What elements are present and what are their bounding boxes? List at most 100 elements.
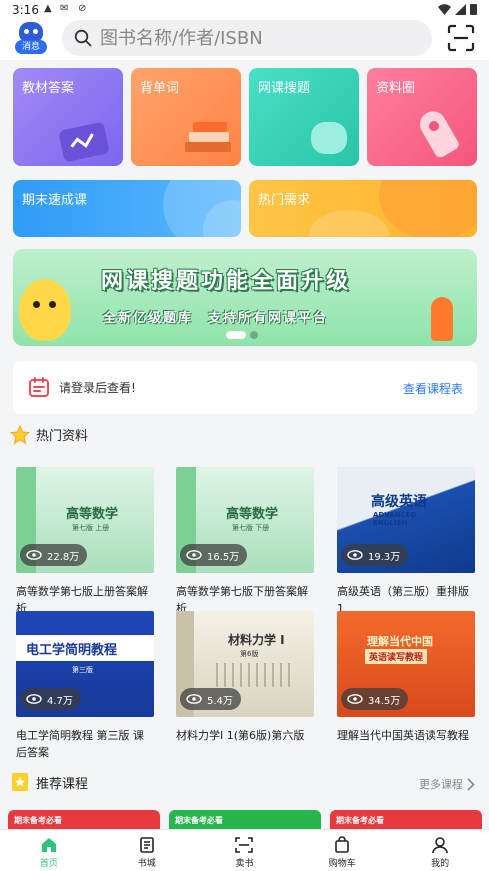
book-title: 材料力学I 1(第6版)第六版: [176, 729, 305, 742]
book-title: 理解当代中国英语读写教程: [337, 729, 469, 742]
wave-chart-icon: [58, 121, 110, 163]
feature-textbook-answers[interactable]: 教材答案: [13, 68, 123, 166]
book-title: 电工学简明教程 第三版 课后答案: [16, 729, 144, 759]
search-bar[interactable]: [62, 20, 432, 56]
more-courses-label: 更多课程: [419, 778, 463, 791]
feature-label: 教材答案: [22, 81, 75, 96]
view-count-value: 22.8万: [47, 551, 80, 563]
tab-label: 书城: [137, 859, 156, 869]
bookstore-icon: [139, 837, 154, 853]
book-card[interactable]: 材料力学 I 第6版 5.4万 材料力学I 1(第6版)第六版: [176, 611, 314, 744]
scan-icon[interactable]: [447, 24, 475, 52]
view-count: 4.7万: [20, 688, 81, 710]
feature-resource-circle[interactable]: 资料圈: [367, 68, 477, 166]
book-card[interactable]: 高等数学 第七版 上册 22.8万 高等数学第七版上册答案解析: [16, 467, 154, 617]
book-card[interactable]: 理解当代中国 英语读写教程 34.5万 理解当代中国英语读写教程: [337, 611, 475, 744]
cover-title: 材料力学 I: [228, 633, 285, 647]
tab-home[interactable]: 首页: [0, 830, 98, 871]
view-schedule-link[interactable]: 查看课程表: [403, 380, 463, 397]
view-count-value: 5.4万: [207, 695, 233, 707]
book-cover: 理解当代中国 英语读写教程 34.5万: [337, 611, 475, 717]
feature-label: 网课搜题: [258, 81, 311, 96]
feature-label: 资料圈: [376, 81, 416, 96]
girl-mascot-icon: [431, 297, 453, 341]
book-card[interactable]: 电工学简明教程 第三版 4.7万 电工学简明教程 第三版 课后答案: [16, 611, 154, 761]
cover-title: 高等数学: [226, 507, 279, 522]
eye-icon: [26, 694, 42, 704]
book-card[interactable]: 高等数学 第七版 下册 16.5万 高等数学第七版下册答案解析: [176, 467, 314, 617]
cover-subtitle: 第七版 上册: [72, 524, 110, 532]
cart-icon: [335, 836, 350, 853]
feature-course-search[interactable]: 网课搜题: [249, 68, 359, 166]
login-tip: 请登录后查看!: [59, 381, 136, 395]
cover-title: 理解当代中国: [367, 635, 433, 648]
calendar-icon: [29, 377, 49, 397]
hot-section-title: 热门资料: [36, 429, 89, 444]
tab-profile[interactable]: 我的: [391, 830, 489, 871]
feature-final-crash-course[interactable]: 期末速成课: [13, 180, 241, 237]
promo-banner[interactable]: 网课搜题功能全面升级 全新亿级题库 支持所有网课平台: [13, 249, 477, 346]
book-cover: 材料力学 I 第6版 5.4万: [176, 611, 314, 717]
eye-icon: [347, 694, 363, 704]
view-count: 34.5万: [341, 688, 409, 710]
feature-vocabulary[interactable]: 背单词: [131, 68, 241, 166]
bottom-tab-bar: 首页 书城 卖书 购物车 我的: [0, 829, 489, 871]
cover-subtitle: 英语读写教程: [365, 649, 428, 664]
book-cover: 高级英语 ADVANCED ENGLISH 19.3万: [337, 467, 475, 573]
notification-icon: ▲: [44, 3, 52, 14]
carousel-indicator: [226, 331, 258, 339]
rocket-icon: [415, 106, 461, 160]
chevron-right-icon: [467, 777, 475, 791]
feature-label: 背单词: [140, 81, 180, 96]
feature-label: 期末速成课: [22, 193, 88, 208]
search-input[interactable]: [100, 24, 420, 52]
signal-icon: [455, 3, 466, 15]
book-card[interactable]: 高级英语 ADVANCED ENGLISH 19.3万 高级英语（第三版）重排版…: [337, 467, 475, 617]
view-count-value: 4.7万: [47, 695, 73, 707]
battery-icon: [470, 4, 477, 15]
tab-label: 卖书: [235, 859, 254, 869]
view-count: 22.8万: [20, 544, 88, 566]
tab-label: 我的: [431, 859, 450, 869]
cover-subtitle: 第6版: [240, 650, 259, 658]
top-header: 消息: [0, 20, 489, 60]
eye-icon: [26, 550, 42, 560]
star-icon: [10, 425, 30, 445]
tab-sell-book[interactable]: 卖书: [196, 830, 294, 871]
message-badge: 消息: [15, 40, 47, 54]
books-stack-icon: [185, 120, 233, 160]
view-count-value: 19.3万: [368, 551, 401, 563]
profile-icon: [432, 837, 448, 854]
home-icon: [41, 838, 56, 852]
chick-mascot-icon: [19, 279, 71, 341]
more-courses-link[interactable]: 更多课程: [419, 776, 475, 792]
feature-hot-demand[interactable]: 热门需求: [249, 180, 477, 237]
scan-sell-icon: [235, 837, 254, 853]
wifi-icon: [438, 3, 451, 15]
cover-title: 高等数学: [66, 507, 119, 522]
tab-label: 首页: [39, 859, 58, 869]
book-cover: 高等数学 第七版 下册 16.5万: [176, 467, 314, 573]
cover-subtitle: ADVANCED ENGLISH: [373, 511, 417, 527]
status-bar: 3:16 ▲ ✉ ⊘: [0, 0, 489, 20]
eye-icon: [347, 550, 363, 560]
tab-bookstore[interactable]: 书城: [98, 830, 196, 871]
view-count-value: 16.5万: [207, 551, 240, 563]
cover-title: 电工学简明教程: [26, 643, 118, 658]
cover-subtitle: 第七版 下册: [232, 524, 270, 532]
view-count-value: 34.5万: [368, 695, 401, 707]
book-cover: 电工学简明教程 第三版 4.7万: [16, 611, 154, 717]
banner-subtitle: 全新亿级题库 支持所有网课平台: [103, 311, 329, 326]
course-schedule-card: 请登录后查看! 查看课程表: [13, 361, 477, 414]
banner-title: 网课搜题功能全面升级: [101, 269, 352, 294]
message-button[interactable]: 消息: [13, 22, 49, 56]
feature-label: 热门需求: [258, 193, 311, 208]
cover-title: 高级英语: [371, 494, 427, 510]
tab-label: 购物车: [328, 859, 356, 869]
eye-icon: [186, 694, 202, 704]
carousel-dot: [250, 331, 258, 339]
tab-cart[interactable]: 购物车: [293, 830, 391, 871]
view-count: 19.3万: [341, 544, 409, 566]
recommend-section-title: 推荐课程: [36, 777, 89, 792]
carousel-dot: [226, 331, 246, 339]
